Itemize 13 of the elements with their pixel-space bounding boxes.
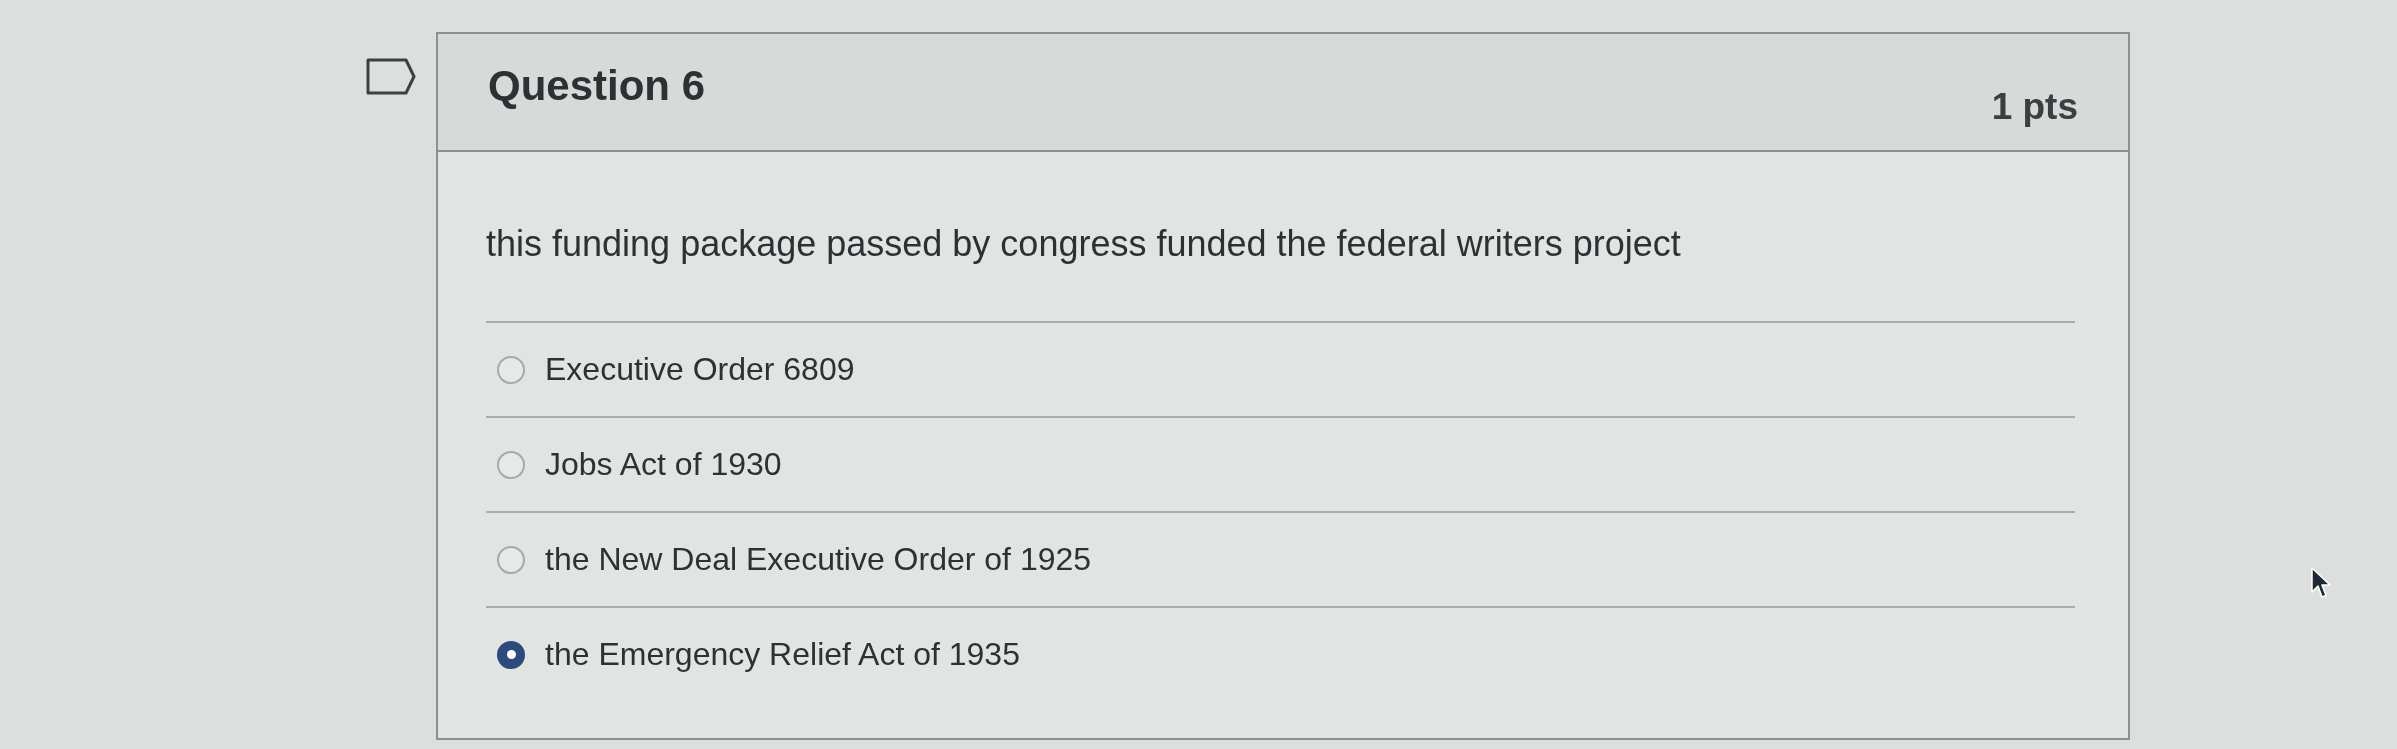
answer-label[interactable]: the New Deal Executive Order of 1925 [545,540,1092,579]
radio-button[interactable] [497,640,525,669]
question-text: this funding package passed by congress funded the federal writers project [486,222,1682,266]
radio-button[interactable] [497,355,525,384]
answer-label[interactable]: Executive Order 6809 [545,350,855,389]
tag-icon[interactable] [366,58,416,95]
radio-button[interactable] [497,450,525,479]
answer-label[interactable]: Jobs Act of 1930 [545,445,782,484]
answer-label[interactable]: the Emergency Relief Act of 1935 [545,635,1020,674]
cursor-arrow-icon [2310,566,2334,600]
radio-button[interactable] [497,545,525,574]
points-value: 1 pts [1991,86,2078,129]
question-title: Question 6 [488,62,706,111]
